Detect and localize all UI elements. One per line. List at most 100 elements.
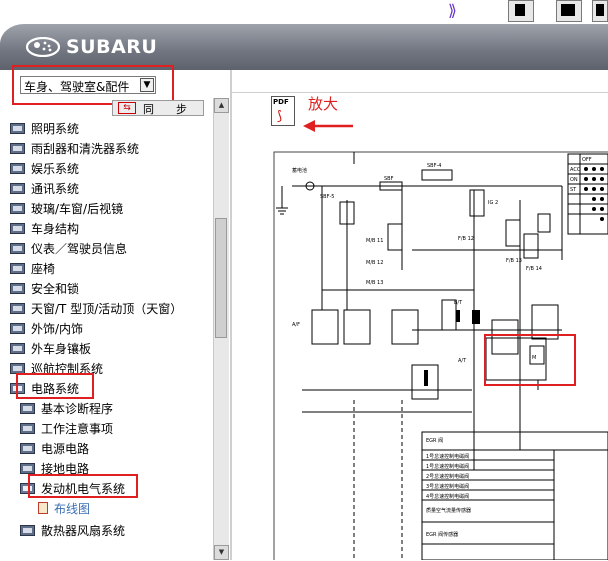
book-icon <box>20 462 35 474</box>
pdf-icon[interactable]: PDF ⟆ <box>271 96 295 126</box>
tree-item-label: 外饰/内饰 <box>31 321 84 336</box>
scroll-up-icon[interactable]: ▲ <box>214 98 229 113</box>
egr-row: EGR 阀传感器 <box>426 531 458 538</box>
tree-item[interactable]: 外车身镶板 <box>10 338 91 358</box>
tree-child-item[interactable]: 散热器风扇系统 <box>20 520 125 540</box>
book-icon <box>10 162 25 174</box>
nav-first-button[interactable] <box>508 0 534 22</box>
diagram-label: ACC <box>570 167 581 173</box>
tree-item[interactable]: 娱乐系统 <box>10 158 79 178</box>
tree-item-label: 电源电路 <box>41 441 90 456</box>
diagram-label: F/B 13 <box>506 258 522 264</box>
acrobat-icon: ⟆ <box>277 109 283 124</box>
diagram-label: SBF-4 <box>427 163 441 169</box>
diagram-label: EGR 阀 <box>426 437 443 444</box>
tree-item[interactable]: 车身结构 <box>10 218 79 238</box>
tree-item[interactable]: 玻璃/车窗/后视镜 <box>10 198 123 218</box>
diagram-label: F/B 14 <box>526 266 542 272</box>
book-icon <box>20 442 35 454</box>
egr-row: 3号怠速控制电磁阀 <box>426 483 469 490</box>
highlight-box-motor <box>484 334 576 386</box>
brand-name: SUBARU <box>66 36 158 58</box>
nav-prev-next-button[interactable] <box>556 0 582 22</box>
diagram-label: SBF <box>384 176 394 182</box>
tree-item-label: 工作注意事项 <box>41 421 114 436</box>
diagram-label: OFF <box>582 157 592 163</box>
first-icon <box>515 4 525 16</box>
subaru-logo: SUBARU <box>26 36 157 58</box>
tree-item-label: 车身结构 <box>31 221 80 236</box>
sync-button[interactable]: ⇆ 同步 <box>112 100 204 116</box>
book-icon <box>10 262 25 274</box>
diagram-label: IG 2 <box>488 200 498 206</box>
step-icon <box>561 4 575 16</box>
book-icon <box>10 122 25 134</box>
arrow-left-icon <box>303 120 353 132</box>
tree-item[interactable]: 座椅 <box>10 258 55 278</box>
pdf-icon-text: PDF <box>273 98 289 106</box>
tree-item[interactable]: 雨刮器和清洗器系统 <box>10 138 139 158</box>
top-toolbar: ⟫ <box>0 0 608 24</box>
tree-leaf-label: 布线图 <box>54 501 91 516</box>
tree-child-item[interactable]: 工作注意事项 <box>20 418 113 438</box>
diagram-label: M/B 13 <box>366 280 383 286</box>
book-icon <box>10 322 25 334</box>
scroll-down-icon[interactable]: ▼ <box>214 545 229 560</box>
egr-row: 2号怠速控制电磁阀 <box>426 473 469 480</box>
book-icon <box>10 202 25 214</box>
tree-item[interactable]: 安全和锁 <box>10 278 79 298</box>
tree-scrollbar[interactable]: ▲ ▼ <box>213 98 229 560</box>
bookmark-icon[interactable]: ⟫ <box>448 2 468 20</box>
document-icon <box>38 502 48 514</box>
book-icon <box>20 422 35 434</box>
diagram-label: B/T <box>454 300 463 306</box>
diagram-label: A/T <box>458 358 467 364</box>
last-icon <box>596 4 604 16</box>
tree-child-item[interactable]: 电源电路 <box>20 438 89 458</box>
scroll-thumb[interactable] <box>215 218 227 338</box>
book-icon <box>10 242 25 254</box>
tree-item[interactable]: 仪表／驾驶员信息 <box>10 238 127 258</box>
tree-item-label: 安全和锁 <box>31 281 80 296</box>
book-icon <box>20 524 35 536</box>
diagram-label: ON <box>570 177 578 183</box>
diagram-label: M/B 11 <box>366 238 383 244</box>
diagram-label: F/B 12 <box>458 236 474 242</box>
book-icon <box>10 182 25 194</box>
tree-item-label: 散热器风扇系统 <box>41 523 126 538</box>
egr-row: 1号怠速控制电磁阀 <box>426 453 469 460</box>
diagram-label: ST <box>570 187 577 193</box>
tree-item-label: 通讯系统 <box>31 181 80 196</box>
tree-item-label: 娱乐系统 <box>31 161 80 176</box>
nav-last-button[interactable] <box>592 0 608 22</box>
zoom-annotation: 放大 <box>308 95 339 113</box>
tree-item-label: 雨刮器和清洗器系统 <box>31 141 140 156</box>
tree-item-label: 座椅 <box>31 261 56 276</box>
tree-child-item[interactable]: 基本诊断程序 <box>20 398 113 418</box>
tree-item[interactable]: 照明系统 <box>10 118 79 138</box>
egr-row: 1号怠速控制电磁阀 <box>426 463 469 470</box>
sync-icon: ⇆ <box>118 102 136 114</box>
tree-leaf-wiring-diagram[interactable]: 布线图 <box>38 498 90 518</box>
tree-item[interactable]: 外饰/内饰 <box>10 318 83 338</box>
highlight-box-select <box>12 65 174 105</box>
tree-item-label: 仪表／驾驶员信息 <box>31 241 128 256</box>
egr-row: 质量空气流量传感器 <box>426 507 471 514</box>
book-icon <box>10 282 25 294</box>
sync-button-label: 同步 <box>143 103 209 116</box>
book-icon <box>10 142 25 154</box>
tree-item[interactable]: 天窗/T 型顶/活动顶（天窗） <box>10 298 182 318</box>
diagram-label: 蓄电池 <box>292 167 307 174</box>
book-icon <box>10 222 25 234</box>
subaru-stars-icon <box>26 37 60 57</box>
diagram-label: SBF-5 <box>320 194 334 200</box>
tree-item-label: 照明系统 <box>31 121 80 136</box>
tree-item-label: 基本诊断程序 <box>41 401 114 416</box>
diagram-label: M/B 12 <box>366 260 383 266</box>
book-icon <box>10 362 25 374</box>
tree-item[interactable]: 通讯系统 <box>10 178 79 198</box>
highlight-box-engine-electrical <box>28 474 138 498</box>
tree-item-label: 天窗/T 型顶/活动顶（天窗） <box>31 301 183 316</box>
tree-item-label: 玻璃/车窗/后视镜 <box>31 201 124 216</box>
book-icon <box>20 402 35 414</box>
